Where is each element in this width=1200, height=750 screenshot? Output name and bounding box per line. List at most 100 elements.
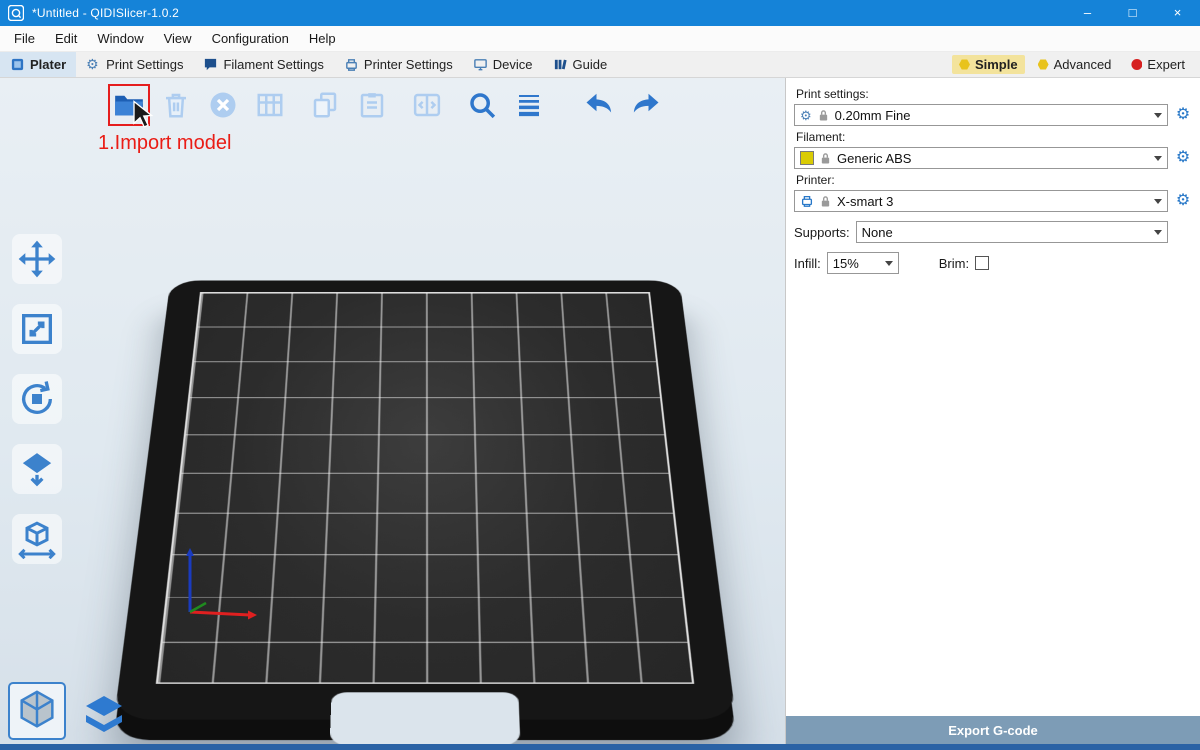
rotate-button[interactable] [12,374,62,424]
tab-printer-settings[interactable]: Printer Settings [334,52,463,77]
lock-icon [820,195,831,208]
origin-axes-icon [172,546,282,630]
build-plate [114,280,736,719]
tab-plater[interactable]: Plater [0,52,76,77]
place-on-face-button[interactable] [12,444,62,494]
print-settings-gear-icon: ⚙ [86,57,101,72]
printer-preset-value: X-smart 3 [837,194,893,209]
edit-print-settings-button[interactable]: ⚙ [1174,107,1192,123]
split-button[interactable] [408,86,446,124]
move-button[interactable] [12,234,62,284]
window-controls: – □ × [1065,0,1200,26]
3d-viewport[interactable]: 1.Import model [0,78,785,744]
export-gcode-button[interactable]: Export G-code [786,716,1200,744]
3d-editor-view-button[interactable] [8,682,66,740]
tab-label: Device [493,57,533,72]
print-preset-value: 0.20mm Fine [835,108,911,123]
mode-expert[interactable]: Expert [1124,55,1192,74]
titlebar: *Untitled - QIDISlicer-1.0.2 – □ × [0,0,1200,26]
chevron-down-icon [1154,156,1162,161]
chevron-down-icon [1154,199,1162,204]
lock-icon [820,152,831,165]
window-bottom-border [0,744,1200,750]
printer-settings-icon [344,57,359,72]
menu-configuration[interactable]: Configuration [202,26,299,52]
redo-button[interactable] [627,86,665,124]
printer-label: Printer: [796,173,1192,187]
mode-simple[interactable]: Simple [952,55,1025,74]
undo-button[interactable] [580,86,618,124]
tab-label: Print Settings [106,57,183,72]
delete-button[interactable] [157,86,195,124]
app-logo-icon [8,5,24,21]
view-toolbar [8,682,130,740]
tab-guide[interactable]: Guide [543,52,618,77]
tab-device[interactable]: Device [463,52,543,77]
window-title: *Untitled - QIDISlicer-1.0.2 [32,6,179,20]
menu-file[interactable]: File [4,26,45,52]
print-preset-dropdown[interactable]: ⚙ 0.20mm Fine [794,104,1168,126]
tab-filament-settings[interactable]: Filament Settings [193,52,333,77]
menu-window[interactable]: Window [87,26,153,52]
print-settings-label: Print settings: [796,87,1192,101]
mode-advanced[interactable]: Advanced [1031,55,1119,74]
supports-label: Supports: [794,225,850,240]
scale-button[interactable] [12,304,62,354]
viewport-toolbar [110,86,674,124]
edit-printer-settings-button[interactable]: ⚙ [1174,193,1192,209]
plater-icon [10,57,25,72]
menubar: File Edit Window View Configuration Help [0,26,1200,52]
maximize-button[interactable]: □ [1110,0,1155,26]
tab-label: Plater [30,57,66,72]
supports-dropdown[interactable]: None [856,221,1168,243]
minimize-button[interactable]: – [1065,0,1110,26]
filament-color-swatch [800,151,814,165]
brim-label: Brim: [939,256,969,271]
tab-label: Printer Settings [364,57,453,72]
chevron-down-icon [885,261,893,266]
infill-label: Infill: [794,256,821,271]
copy-button[interactable] [306,86,344,124]
tab-label: Filament Settings [223,57,323,72]
simple-mode-icon [959,59,970,70]
menu-view[interactable]: View [154,26,202,52]
lock-icon [818,109,829,122]
menu-edit[interactable]: Edit [45,26,87,52]
infill-dropdown[interactable]: 15% [827,252,899,274]
mouse-cursor-icon [128,100,158,130]
filament-preset-dropdown[interactable]: Generic ABS [794,147,1168,169]
mode-label: Expert [1147,57,1185,72]
left-toolbar [12,234,62,564]
chevron-down-icon [1154,230,1162,235]
preview-layers-button[interactable] [78,688,130,740]
chevron-down-icon [1154,113,1162,118]
printer-preset-dropdown[interactable]: X-smart 3 [794,190,1168,212]
menu-help[interactable]: Help [299,26,346,52]
paste-button[interactable] [353,86,391,124]
device-icon [473,57,488,72]
filament-preset-value: Generic ABS [837,151,911,166]
infill-value: 15% [833,256,859,271]
measure-button[interactable] [12,514,62,564]
advanced-mode-icon [1038,59,1049,70]
edit-filament-settings-button[interactable]: ⚙ [1174,150,1192,166]
guide-icon [553,57,568,72]
close-button[interactable]: × [1155,0,1200,26]
import-model-button[interactable] [110,86,148,124]
tab-print-settings[interactable]: ⚙ Print Settings [76,52,193,77]
arrange-button[interactable] [251,86,289,124]
app-window: *Untitled - QIDISlicer-1.0.2 – □ × File … [0,0,1200,750]
delete-all-button[interactable] [204,86,242,124]
filament-settings-icon [203,57,218,72]
expert-mode-icon [1131,59,1142,70]
mode-switcher: Simple Advanced Expert [952,52,1200,77]
settings-panel: Print settings: ⚙ 0.20mm Fine ⚙ Filament… [785,78,1200,744]
mode-label: Simple [975,57,1018,72]
supports-value: None [862,225,893,240]
build-plate-scene [145,108,705,744]
brim-checkbox[interactable] [975,256,989,270]
variable-layer-height-button[interactable] [510,86,548,124]
import-annotation: 1.Import model [98,132,231,155]
filament-label: Filament: [796,130,1192,144]
search-button[interactable] [463,86,501,124]
